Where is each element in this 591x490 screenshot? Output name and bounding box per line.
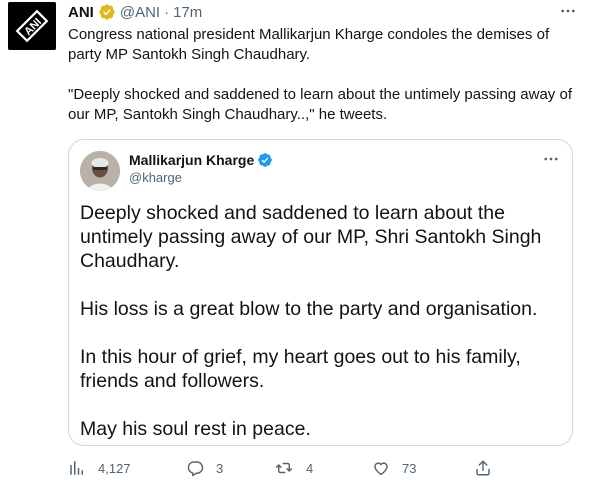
more-options-button[interactable] bbox=[559, 2, 577, 25]
quote-author-handle[interactable]: @kharge bbox=[129, 170, 182, 185]
tweet-paragraph: "Deeply shocked and saddened to learn ab… bbox=[68, 86, 572, 123]
author-name[interactable]: ANI bbox=[68, 4, 94, 21]
quote-paragraph: In this hour of grief, my heart goes out… bbox=[80, 346, 521, 392]
share-icon bbox=[476, 460, 490, 476]
quote-name-row: Mallikarjun Kharge bbox=[129, 152, 273, 168]
retweets-count: 4 bbox=[306, 460, 314, 476]
views-count: 4,127 bbox=[98, 460, 131, 476]
tweet-timestamp[interactable]: 17m bbox=[173, 4, 202, 21]
retweet-icon bbox=[275, 462, 293, 474]
bar-chart-icon bbox=[70, 461, 83, 475]
heart-icon bbox=[374, 462, 388, 476]
replies-count: 3 bbox=[216, 460, 224, 476]
likes-count: 73 bbox=[402, 460, 417, 476]
more-horizontal-icon bbox=[561, 9, 575, 13]
ani-avatar[interactable]: ANI bbox=[8, 2, 56, 50]
quote-author-name[interactable]: Mallikarjun Kharge bbox=[129, 152, 254, 168]
quote-paragraph: Deeply shocked and saddened to learn abo… bbox=[80, 202, 542, 272]
ani-logo-icon: ANI bbox=[8, 2, 56, 50]
reply-button[interactable]: 3 bbox=[186, 459, 223, 477]
reply-icon bbox=[187, 461, 204, 477]
quote-paragraph: May his soul rest in peace. bbox=[80, 418, 311, 440]
views-button[interactable]: 4,127 bbox=[68, 459, 131, 477]
tweet-header: ANI @ANI · 17m bbox=[68, 2, 202, 22]
separator-dot: · bbox=[164, 3, 170, 21]
tweet-text: Congress national president Mallikarjun … bbox=[68, 25, 578, 125]
like-button[interactable]: 73 bbox=[372, 459, 416, 477]
quoted-tweet[interactable]: Mallikarjun Kharge @kharge Deeply shocke… bbox=[68, 139, 573, 446]
action-bar: 4,127 3 4 73 bbox=[68, 459, 490, 479]
quote-more-options-button[interactable] bbox=[542, 150, 560, 173]
quote-text: Deeply shocked and saddened to learn abo… bbox=[80, 201, 560, 441]
quote-paragraph: His loss is a great blow to the party an… bbox=[80, 298, 538, 320]
profile-photo-icon bbox=[80, 151, 120, 191]
author-handle[interactable]: @ANI bbox=[120, 4, 160, 21]
kharge-avatar[interactable] bbox=[80, 151, 120, 191]
retweet-button[interactable]: 4 bbox=[274, 459, 313, 477]
more-horizontal-icon bbox=[544, 157, 558, 161]
tweet-paragraph: Congress national president Mallikarjun … bbox=[68, 26, 550, 63]
share-button[interactable] bbox=[474, 459, 492, 477]
verified-blue-badge-icon bbox=[257, 152, 273, 168]
tweet[interactable]: ANI ANI @ANI · 17m Congress national pre… bbox=[0, 0, 591, 490]
verified-gold-badge-icon bbox=[98, 3, 116, 21]
